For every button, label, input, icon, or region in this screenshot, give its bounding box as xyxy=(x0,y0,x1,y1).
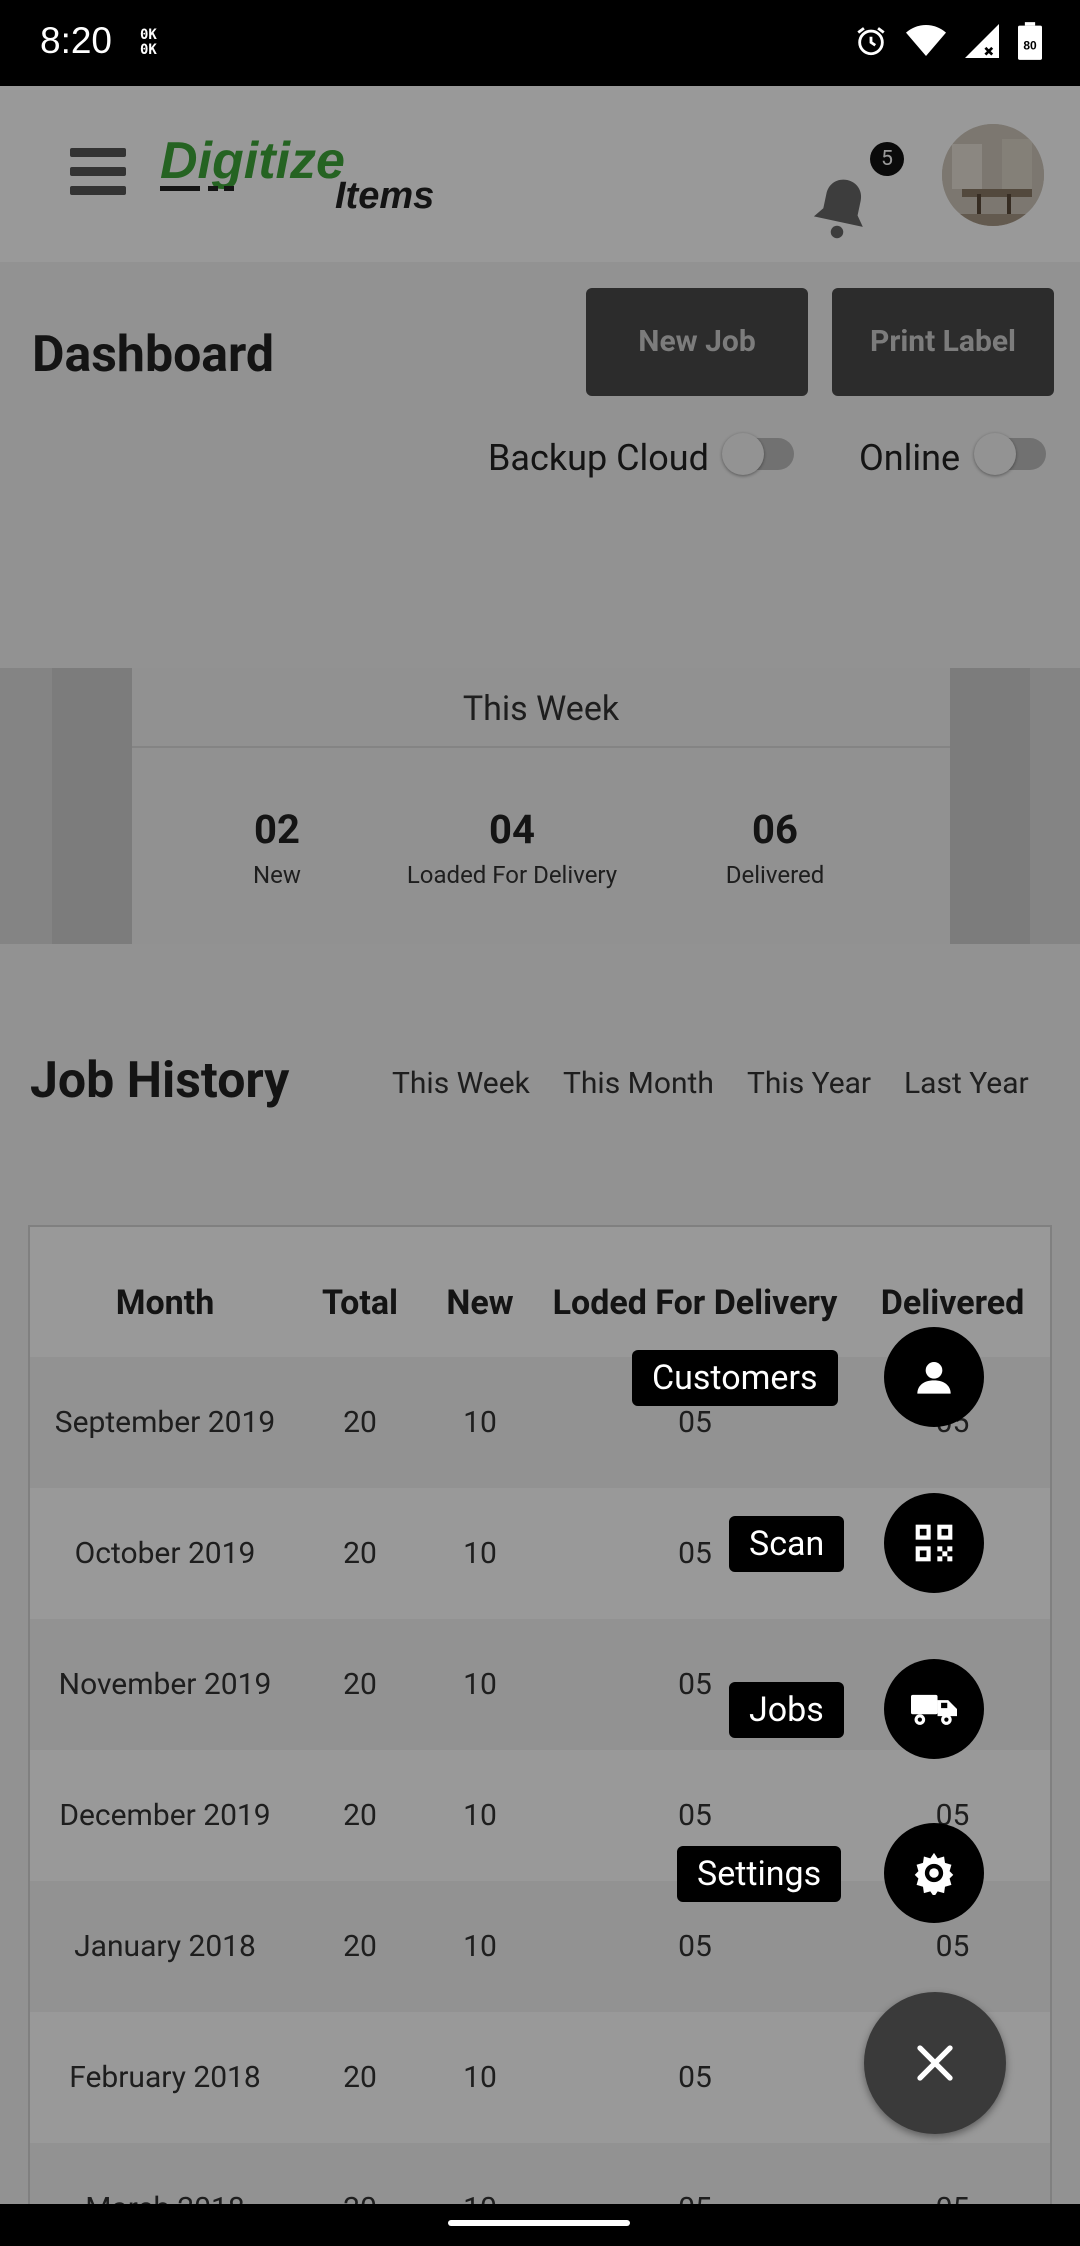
fab-label-jobs[interactable]: Jobs xyxy=(729,1682,844,1738)
status-icons: 80 xyxy=(854,22,1042,60)
svg-text:80: 80 xyxy=(1023,39,1037,53)
gear-icon xyxy=(914,1852,954,1895)
close-icon xyxy=(917,2045,953,2081)
kk-status-icon: 0K 0K xyxy=(140,27,157,58)
status-time: 8:20 xyxy=(40,20,113,61)
battery-icon: 80 xyxy=(1018,22,1042,60)
fab-label-settings[interactable]: Settings xyxy=(677,1846,842,1902)
system-nav-bar xyxy=(0,2204,1080,2246)
jobs-fab[interactable] xyxy=(884,1659,984,1759)
fab-label-scan[interactable]: Scan xyxy=(729,1516,845,1572)
signal-icon xyxy=(965,24,999,58)
person-icon xyxy=(917,1362,951,1394)
close-fab-button[interactable] xyxy=(864,1992,1006,2134)
status-bar: 8:20 0K 0K 80 xyxy=(0,0,1080,86)
settings-fab[interactable] xyxy=(884,1823,984,1923)
home-gesture-handle[interactable] xyxy=(448,2220,630,2226)
qr-code-icon xyxy=(915,1524,953,1562)
fab-label-customers[interactable]: Customers xyxy=(632,1350,838,1406)
alarm-icon xyxy=(857,27,885,56)
wifi-icon xyxy=(906,25,946,56)
truck-icon xyxy=(911,1694,957,1725)
customers-fab[interactable] xyxy=(884,1327,984,1427)
scan-fab[interactable] xyxy=(884,1493,984,1593)
